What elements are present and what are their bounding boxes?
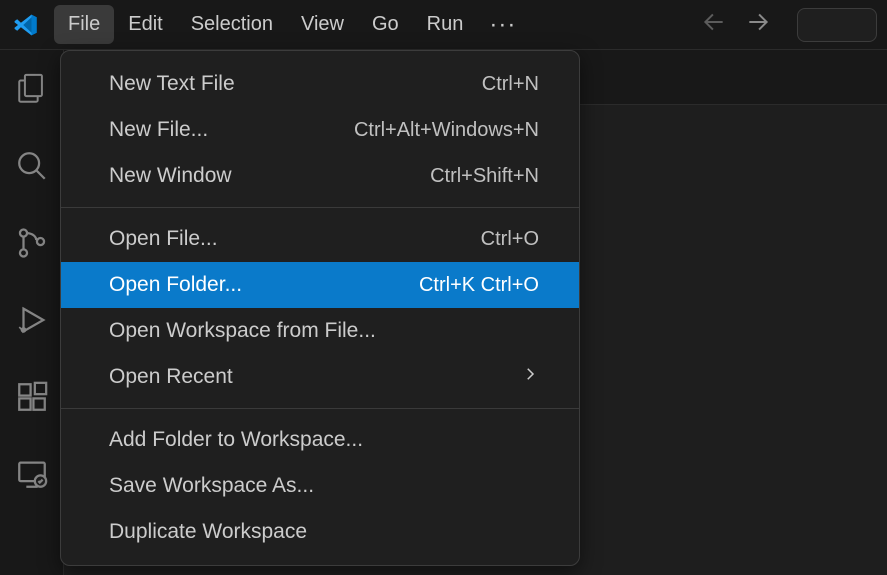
menuitem-new-text-file[interactable]: New Text File Ctrl+N: [61, 61, 579, 107]
menu-selection[interactable]: Selection: [177, 5, 287, 44]
menuitem-open-recent[interactable]: Open Recent: [61, 354, 579, 400]
menu-separator: [61, 408, 579, 409]
titlebar: File Edit Selection View Go Run ···: [0, 0, 887, 50]
menu-edit[interactable]: Edit: [114, 5, 176, 44]
command-center-search[interactable]: [797, 8, 877, 42]
explorer-icon[interactable]: [15, 72, 49, 111]
activity-bar: [0, 50, 64, 575]
menuitem-open-workspace-from-file[interactable]: Open Workspace from File...: [61, 308, 579, 354]
menu-overflow-icon[interactable]: ···: [477, 3, 528, 47]
menuitem-save-workspace-as[interactable]: Save Workspace As...: [61, 463, 579, 509]
extensions-icon[interactable]: [15, 380, 49, 419]
menuitem-duplicate-workspace[interactable]: Duplicate Workspace: [61, 509, 579, 555]
nav-arrows: [701, 9, 771, 40]
menu-separator: [61, 207, 579, 208]
search-icon[interactable]: [15, 149, 49, 188]
menu-view[interactable]: View: [287, 5, 358, 44]
run-debug-icon[interactable]: [15, 303, 49, 342]
menuitem-new-file[interactable]: New File... Ctrl+Alt+Windows+N: [61, 107, 579, 153]
chevron-right-icon: [521, 365, 539, 389]
menuitem-open-folder[interactable]: Open Folder... Ctrl+K Ctrl+O: [61, 262, 579, 308]
menuitem-add-folder-to-workspace[interactable]: Add Folder to Workspace...: [61, 417, 579, 463]
menuitem-new-window[interactable]: New Window Ctrl+Shift+N: [61, 153, 579, 199]
menu-file[interactable]: File: [54, 5, 114, 44]
menu-go[interactable]: Go: [358, 5, 413, 44]
vscode-logo-icon: [10, 10, 40, 40]
menu-run[interactable]: Run: [413, 5, 478, 44]
menu-bar: File Edit Selection View Go Run ···: [54, 3, 528, 47]
nav-forward-icon[interactable]: [745, 9, 771, 40]
nav-back-icon[interactable]: [701, 9, 727, 40]
remote-explorer-icon[interactable]: [15, 457, 49, 496]
source-control-icon[interactable]: [15, 226, 49, 265]
file-menu-dropdown: New Text File Ctrl+N New File... Ctrl+Al…: [60, 50, 580, 566]
menuitem-open-file[interactable]: Open File... Ctrl+O: [61, 216, 579, 262]
